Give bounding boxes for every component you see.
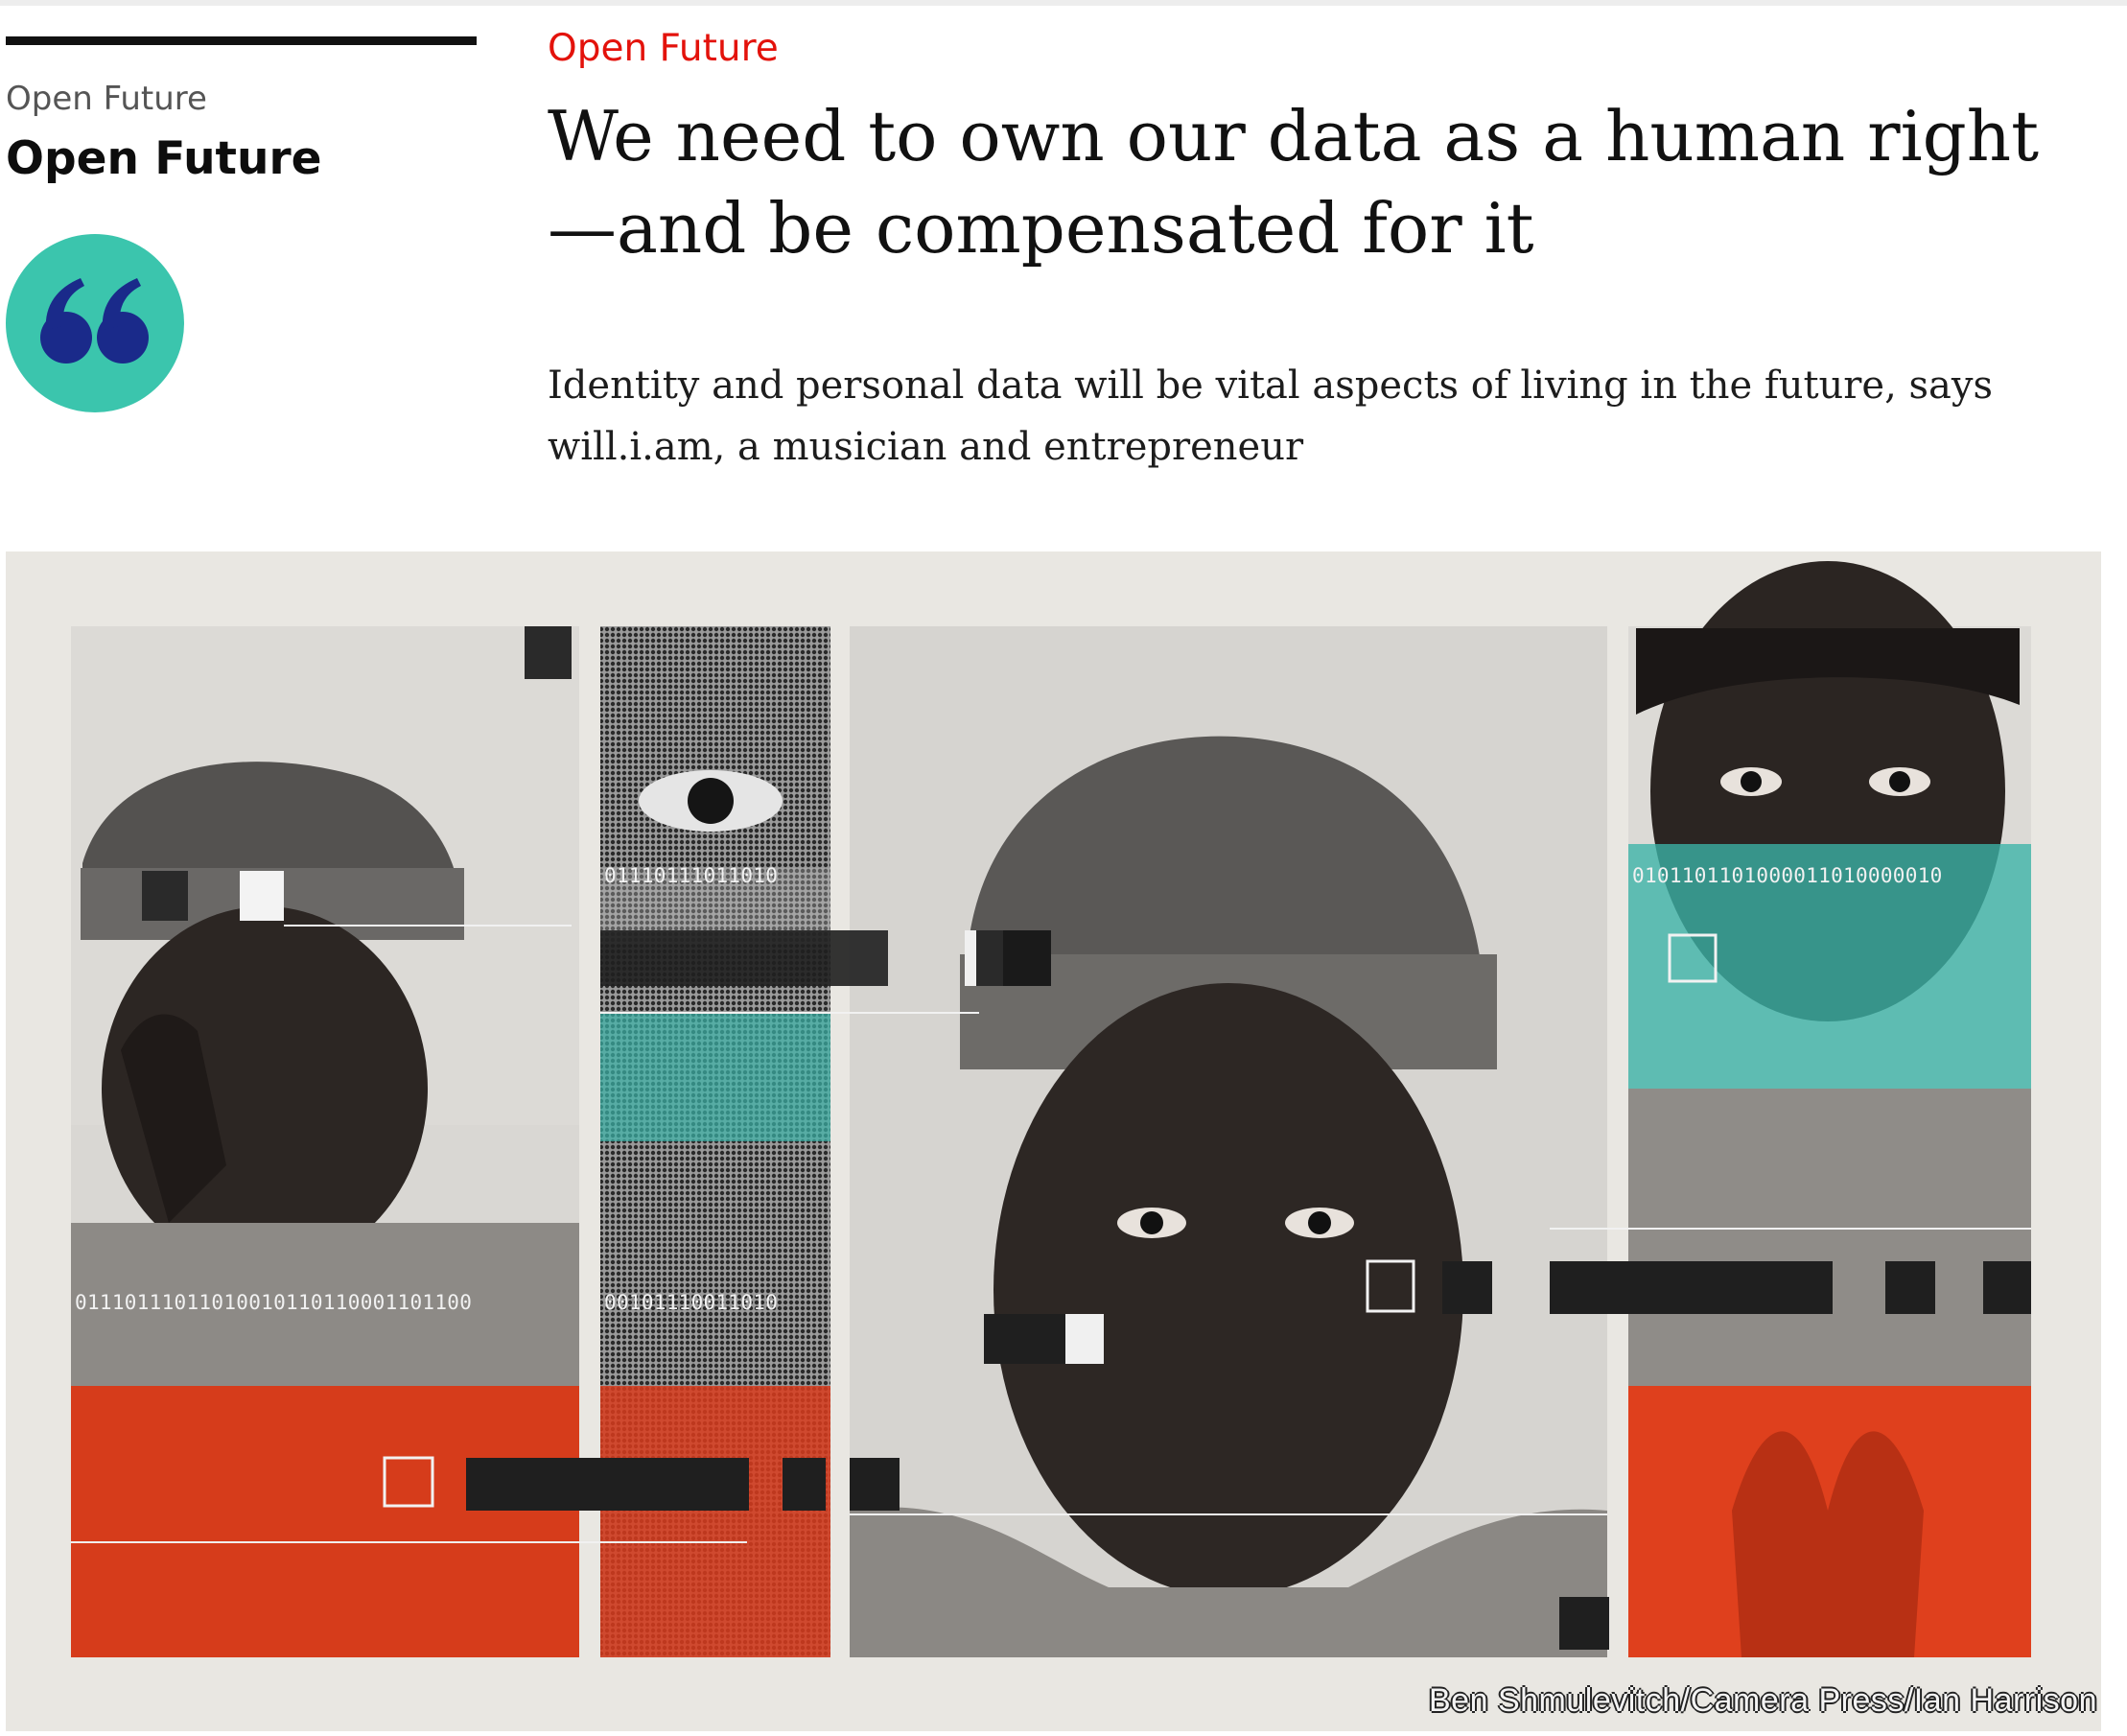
article-standfirst: Identity and personal data will be vital… [548, 355, 2044, 478]
standfirst-line-1: Identity and personal data will be vital… [548, 364, 1994, 408]
binary-string-1: 01110111011010 [604, 864, 778, 887]
quotation-marks-icon [6, 234, 184, 412]
binary-string-4: 00101110011010 [604, 1291, 778, 1314]
portrait-panel-center [850, 626, 1607, 1657]
top-border [0, 0, 2127, 6]
sidebar-kicker[interactable]: Open Future [6, 80, 207, 118]
portrait-panel-right [1628, 561, 2031, 1657]
sidebar-rule [6, 36, 477, 45]
hero-illustration: 01110111011010 0101101101000011010000010… [6, 551, 2101, 1731]
article-kicker[interactable]: Open Future [548, 27, 779, 70]
sidebar-section-title[interactable]: Open Future [6, 132, 322, 185]
standfirst-line-2: will.i.am, a musician and entrepreneur [548, 425, 1304, 469]
headline-line-2: —and be compensated for it [548, 188, 1534, 269]
binary-string-3: 01110111011010010110110001101100 [75, 1291, 472, 1314]
article-headline: We need to own our data as a human right… [548, 90, 2101, 274]
image-credit: Ben Shmulevitch/Camera Press/Ian Harriso… [1429, 1682, 2097, 1719]
binary-string-2: 0101101101000011010000010 [1632, 864, 1943, 887]
headline-line-1: We need to own our data as a human right [548, 96, 2039, 176]
